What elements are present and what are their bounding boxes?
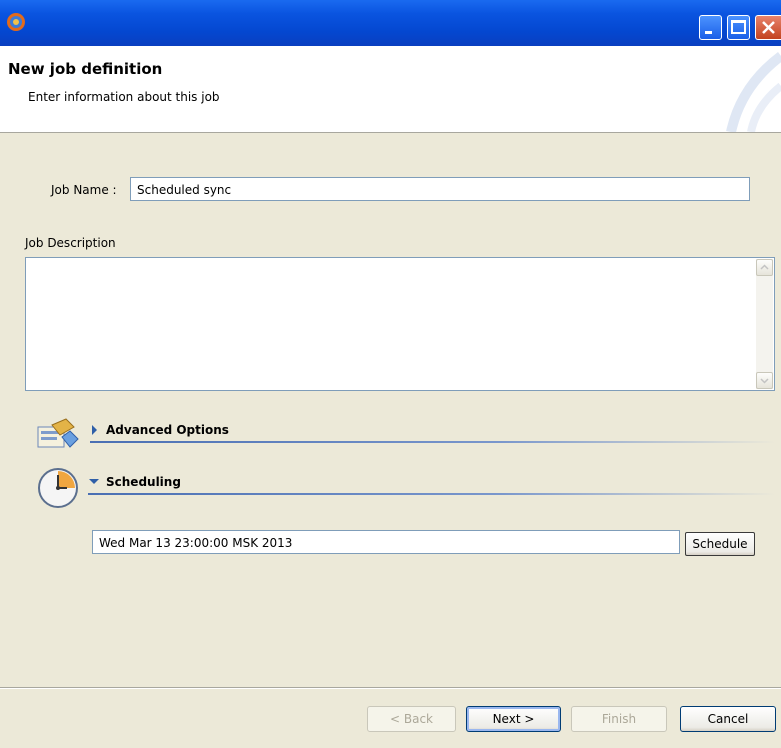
job-name-input[interactable]: Scheduled sync xyxy=(130,177,750,201)
chevron-down-icon xyxy=(89,479,99,484)
chevron-down-icon xyxy=(760,378,769,384)
maximize-icon xyxy=(731,20,746,34)
scroll-down-button[interactable] xyxy=(756,372,773,389)
next-button[interactable]: Next > xyxy=(466,706,561,732)
maximize-button[interactable] xyxy=(727,15,750,40)
job-name-value: Scheduled sync xyxy=(137,183,232,197)
cancel-button[interactable]: Cancel xyxy=(680,706,776,732)
chevron-up-icon xyxy=(760,264,769,270)
scroll-up-button[interactable] xyxy=(756,259,773,276)
app-icon xyxy=(7,13,25,31)
page-subtitle: Enter information about this job xyxy=(28,90,220,104)
minimize-icon xyxy=(705,31,712,34)
footer-divider-highlight xyxy=(0,688,781,689)
close-icon xyxy=(762,21,775,34)
back-button[interactable]: < Back xyxy=(367,706,456,732)
wizard-body xyxy=(0,133,781,687)
advanced-options-title: Advanced Options xyxy=(106,423,229,437)
header-decoration xyxy=(726,52,781,132)
advanced-options-toggle[interactable]: Advanced Options xyxy=(90,421,390,441)
finish-button[interactable]: Finish xyxy=(571,706,667,732)
advanced-options-divider xyxy=(90,441,775,443)
schedule-date-value: Wed Mar 13 23:00:00 MSK 2013 xyxy=(99,536,293,550)
scheduling-toggle[interactable]: Scheduling xyxy=(88,473,388,493)
scheduling-divider xyxy=(88,493,775,495)
close-button[interactable] xyxy=(755,15,781,40)
schedule-button[interactable]: Schedule xyxy=(685,532,755,556)
job-description-textarea[interactable] xyxy=(25,257,775,391)
next-button-label: Next > xyxy=(492,712,535,726)
wizard-header: New job definition Enter information abo… xyxy=(0,46,781,133)
chevron-right-icon xyxy=(92,425,97,435)
clock-icon xyxy=(38,468,78,508)
page-title: New job definition xyxy=(8,60,163,78)
minimize-button[interactable] xyxy=(699,15,722,40)
finish-button-label: Finish xyxy=(601,712,637,726)
job-description-label: Job Description xyxy=(25,236,116,250)
advanced-options-icon xyxy=(37,418,79,448)
cancel-button-label: Cancel xyxy=(707,712,749,726)
schedule-date-input[interactable]: Wed Mar 13 23:00:00 MSK 2013 xyxy=(92,530,680,554)
back-button-label: < Back xyxy=(389,712,433,726)
job-description-scrollbar[interactable] xyxy=(756,259,773,389)
job-name-label: Job Name : xyxy=(51,183,117,197)
scheduling-title: Scheduling xyxy=(106,475,181,489)
title-bar xyxy=(0,0,781,46)
